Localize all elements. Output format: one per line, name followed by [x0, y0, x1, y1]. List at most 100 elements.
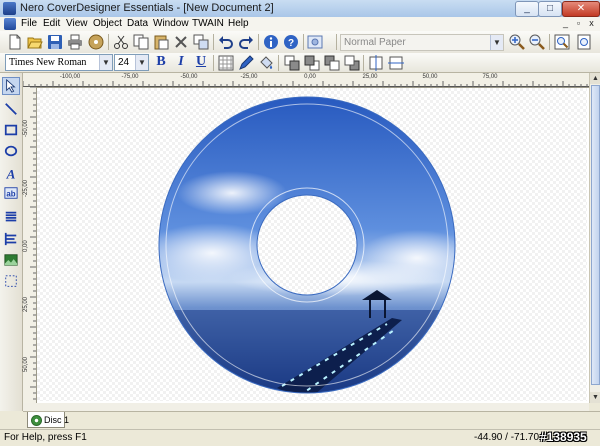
font-size-value: 24 — [118, 57, 130, 68]
zoom-in-icon[interactable] — [508, 33, 526, 51]
ruler-label: -25,00 — [23, 179, 29, 197]
watermark-text: #138935 — [540, 430, 587, 444]
select-arrow-icon[interactable] — [2, 77, 20, 95]
rectangle-tool-icon[interactable] — [3, 122, 19, 138]
send-to-back-icon[interactable] — [343, 54, 361, 72]
menu-twain[interactable]: TWAIN — [192, 17, 224, 31]
italic-button[interactable]: I — [173, 54, 189, 70]
properties-icon[interactable] — [306, 33, 324, 51]
svg-text:ab: ab — [6, 190, 15, 199]
paste-icon[interactable] — [152, 33, 170, 51]
info-icon[interactable] — [262, 33, 280, 51]
chevron-down-icon[interactable]: ▼ — [99, 55, 112, 70]
pattern-icon[interactable] — [217, 54, 235, 72]
ruler-label: -50,00 — [23, 119, 29, 137]
menu-help[interactable]: Help — [228, 17, 249, 31]
disc-label[interactable] — [37, 88, 587, 401]
image-tool-icon[interactable] — [3, 252, 19, 268]
ruler-label: -50,00 — [180, 74, 198, 80]
disc-print-icon[interactable] — [87, 33, 105, 51]
bold-button[interactable]: B — [153, 54, 169, 70]
zoom-page-icon[interactable] — [575, 33, 593, 51]
help-context-icon[interactable]: ? — [282, 33, 300, 51]
duplicate-icon[interactable] — [192, 33, 210, 51]
main-toolbar: ? Normal Paper ▼ — [0, 31, 600, 54]
ruler-label: 50,00 — [422, 74, 438, 80]
frame-tool-icon[interactable] — [3, 273, 19, 289]
svg-text:?: ? — [288, 38, 294, 49]
tree-list-icon[interactable] — [3, 231, 19, 247]
align-center-icon[interactable] — [367, 54, 385, 72]
mdi-close-button[interactable]: x — [586, 18, 597, 29]
mdi-minimize-button[interactable]: _ — [560, 18, 571, 29]
paper-select[interactable]: Normal Paper ▼ — [340, 34, 504, 51]
print-icon[interactable] — [66, 33, 84, 51]
delete-icon[interactable] — [172, 33, 190, 51]
fill-bucket-icon[interactable] — [257, 54, 275, 72]
horizontal-ruler: -100,00 -75,00 -50,00 -25,00 0,00 25,00 … — [23, 73, 589, 88]
bring-forward-icon[interactable] — [303, 54, 321, 72]
tab-label: Disc 1 — [44, 415, 70, 425]
chevron-down-icon[interactable]: ▼ — [490, 35, 503, 50]
ruler-label: 25,00 — [23, 296, 29, 312]
redo-icon[interactable] — [237, 33, 255, 51]
open-folder-icon[interactable] — [26, 33, 44, 51]
menu-bar: File Edit View Object Data Window TWAIN … — [0, 17, 600, 31]
tab-disc-1[interactable]: Disc 1 — [27, 412, 69, 428]
copy-icon[interactable] — [132, 33, 150, 51]
font-size-select[interactable]: 24 ▼ — [114, 54, 149, 71]
menu-file[interactable]: File — [21, 17, 37, 31]
menu-data[interactable]: Data — [127, 17, 148, 31]
vertical-ruler: -50,00 -25,00 0,00 25,00 50,00 — [23, 87, 37, 403]
chevron-down-icon[interactable]: ▼ — [135, 55, 148, 70]
paper-select-value: Normal Paper — [344, 37, 406, 48]
pen-icon[interactable] — [237, 54, 255, 72]
ruler-label: -25,00 — [240, 74, 258, 80]
zoom-fit-icon[interactable] — [553, 33, 571, 51]
title-bar: Nero CoverDesigner Essentials - [New Doc… — [0, 0, 600, 18]
scroll-thumb[interactable] — [591, 85, 600, 385]
text-tool-icon[interactable]: A — [3, 165, 19, 181]
save-icon[interactable] — [46, 33, 64, 51]
document-tabs: Disc 1 — [23, 411, 600, 430]
menu-view[interactable]: View — [66, 17, 88, 31]
scroll-down-icon[interactable]: ▼ — [590, 392, 600, 403]
maximize-button[interactable]: □ — [538, 1, 562, 17]
ruler-label: 50,00 — [23, 356, 29, 372]
disc-artwork — [159, 97, 455, 393]
menu-object[interactable]: Object — [93, 17, 122, 31]
ruler-label: -100,00 — [59, 74, 81, 80]
send-backward-icon[interactable] — [323, 54, 341, 72]
document-icon[interactable] — [4, 18, 16, 30]
menu-edit[interactable]: Edit — [43, 17, 60, 31]
svg-text:A: A — [6, 166, 16, 180]
scroll-up-icon[interactable]: ▲ — [590, 73, 600, 84]
window-title: Nero CoverDesigner Essentials - [New Doc… — [20, 2, 274, 14]
document-page[interactable] — [37, 88, 587, 401]
ruler-label: -75,00 — [121, 74, 139, 80]
underline-button[interactable]: U — [193, 54, 209, 70]
vertical-scrollbar[interactable]: ▲ ▼ — [589, 73, 600, 403]
new-document-icon[interactable] — [6, 33, 24, 51]
line-tool-icon[interactable] — [3, 101, 19, 117]
disc-hole-outline — [256, 194, 358, 296]
undo-icon[interactable] — [217, 33, 235, 51]
bring-to-front-icon[interactable] — [283, 54, 301, 72]
disc-icon — [31, 415, 42, 426]
list-tool-icon[interactable] — [3, 209, 19, 225]
ruler-label: 0,00 — [304, 74, 316, 80]
status-coordinates: -44.90 / -71.70 — [474, 432, 540, 443]
align-middle-icon[interactable] — [387, 54, 405, 72]
format-toolbar: Times New Roman ▼ 24 ▼ B I U — [0, 53, 600, 73]
status-help-text: For Help, press F1 — [4, 432, 87, 443]
artistic-text-icon[interactable]: ab — [3, 185, 19, 201]
font-family-select[interactable]: Times New Roman ▼ — [5, 54, 113, 71]
cut-icon[interactable] — [112, 33, 130, 51]
zoom-out-icon[interactable] — [528, 33, 546, 51]
close-button[interactable]: ✕ — [562, 1, 600, 17]
ruler-label: 0,00 — [23, 240, 29, 252]
mdi-restore-button[interactable]: ▫ — [573, 18, 584, 29]
menu-window[interactable]: Window — [153, 17, 189, 31]
ellipse-tool-icon[interactable] — [3, 143, 19, 159]
minimize-button[interactable]: _ — [515, 1, 539, 17]
